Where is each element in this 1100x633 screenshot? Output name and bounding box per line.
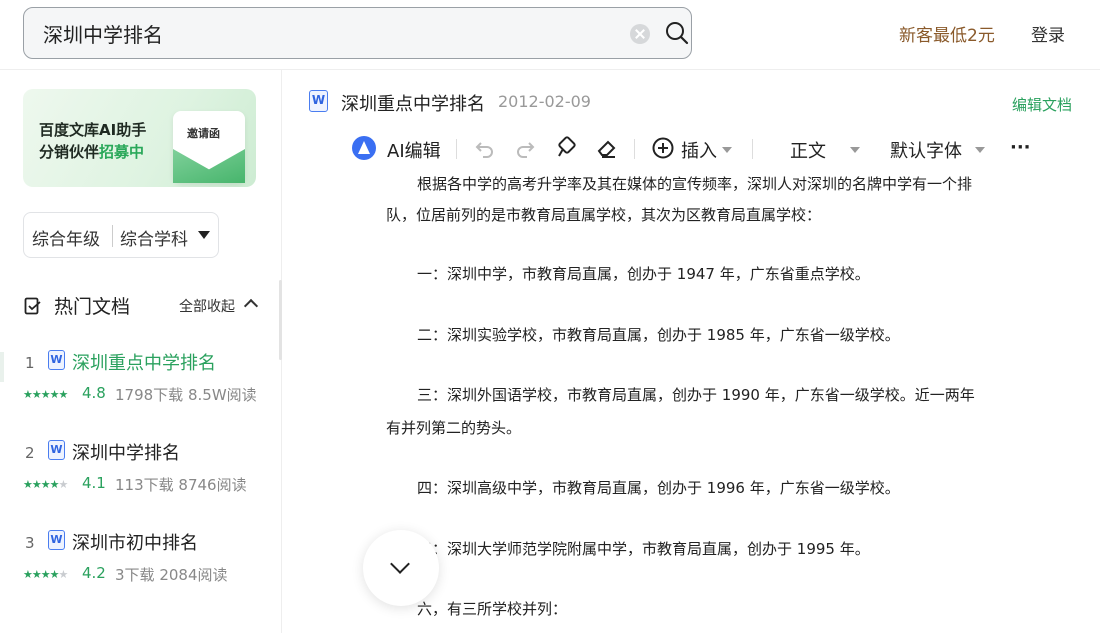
paragraph: 有并列第二的势头。 xyxy=(386,419,522,437)
doc-rank: 2 xyxy=(25,444,35,462)
doc-rating: 4.1 xyxy=(82,474,106,492)
paragraph: 四：深圳高级中学，市教育局直属，创办于 1996 年，广东省一级学校。 xyxy=(417,479,900,497)
doc-stats: 3下载 2084阅读 xyxy=(115,566,228,584)
doc-rank: 3 xyxy=(25,534,35,552)
hot-docs-title: 热门文档 xyxy=(54,296,131,318)
insert-menu[interactable]: 插入 xyxy=(681,137,717,163)
doc-stats: 1798下载 8.5W阅读 xyxy=(115,386,257,404)
redo-icon[interactable] xyxy=(513,136,537,160)
clear-search-icon[interactable] xyxy=(630,24,650,44)
search-box[interactable] xyxy=(23,7,692,59)
hot-doc-item[interactable]: 3 W 深圳市初中排名 ★★★★★ 4.2 3下载 2084阅读 xyxy=(0,530,282,600)
paragraph: 三：深圳外国语学校，市教育局直属，创办于 1990 年，广东省一级学校。近一两年 xyxy=(417,386,975,404)
toolbar-divider xyxy=(456,139,457,159)
doc-stats: 113下载 8746阅读 xyxy=(115,476,247,494)
grade-subject-filter[interactable]: 综合年级 综合学科 xyxy=(23,212,219,258)
more-options-button[interactable]: ··· xyxy=(1010,137,1031,158)
paragraph: 六，有三所学校并列： xyxy=(417,600,568,618)
paragraph: 五：深圳大学师范学院附属中学，市教育局直属，创办于 1995 年。 xyxy=(417,540,870,558)
undo-icon[interactable] xyxy=(473,136,497,160)
paragraph: 根据各中学的高考升学率及其在媒体的宣传频率，深圳人对深圳的名牌中学有一个排 xyxy=(417,175,973,193)
paragraph: 二：深圳实验学校，市教育局直属，创办于 1985 年，广东省一级学校。 xyxy=(417,326,900,344)
hot-doc-item[interactable]: 1 W 深圳重点中学排名 ★★★★★ 4.8 1798下载 8.5W阅读 xyxy=(0,350,282,420)
caret-down-icon[interactable] xyxy=(198,231,210,239)
banner-line2: 分销伙伴招募中 xyxy=(39,143,145,161)
editor-toolbar: AI编辑 插入 正文 默认字体 ··· xyxy=(350,132,1050,166)
doc-rank: 1 xyxy=(25,354,35,372)
login-link[interactable]: 登录 xyxy=(1031,21,1065,46)
doc-title[interactable]: 深圳市初中排名 xyxy=(72,529,198,555)
banner-line1: 百度文库AI助手 xyxy=(39,121,147,139)
doc-title[interactable]: 深圳中学排名 xyxy=(72,439,180,465)
insert-plus-icon[interactable] xyxy=(651,136,675,160)
ai-assistant-banner[interactable]: 百度文库AI助手 分销伙伴招募中 邀请函 xyxy=(23,89,256,187)
sidebar-scrollbar[interactable] xyxy=(279,280,282,360)
search-input[interactable] xyxy=(43,18,603,48)
rating-stars: ★★★★★ xyxy=(23,568,68,581)
edit-document-link[interactable]: 编辑文档 xyxy=(1012,94,1072,115)
doc-rating: 4.2 xyxy=(82,564,106,582)
caret-down-icon[interactable] xyxy=(722,147,732,153)
grade-filter-label[interactable]: 综合年级 xyxy=(32,225,100,250)
eraser-icon[interactable] xyxy=(595,136,619,160)
word-doc-icon: W xyxy=(48,440,65,460)
word-doc-icon: W xyxy=(48,350,65,370)
format-brush-icon[interactable] xyxy=(555,136,579,160)
rating-stars: ★★★★★ xyxy=(23,478,68,491)
chevron-up-icon[interactable] xyxy=(243,298,259,314)
caret-down-icon[interactable] xyxy=(975,147,985,153)
invitation-card-text: 邀请函 xyxy=(187,127,220,140)
search-icon[interactable] xyxy=(664,20,690,46)
doc-title[interactable]: 深圳重点中学排名 xyxy=(72,349,216,375)
document-date: 2012-02-09 xyxy=(498,92,591,111)
chevron-down-icon xyxy=(390,554,410,574)
font-family-select[interactable]: 默认字体 xyxy=(890,137,962,163)
toolbar-divider xyxy=(634,139,635,159)
caret-down-icon[interactable] xyxy=(850,147,860,153)
ai-logo-icon[interactable] xyxy=(352,136,376,160)
invitation-card-icon: 邀请函 xyxy=(173,111,245,183)
new-user-promo-link[interactable]: 新客最低2元 xyxy=(899,21,995,46)
paragraph: 一：深圳中学，市教育局直属，创办于 1947 年，广东省重点学校。 xyxy=(417,265,870,283)
doc-rating: 4.8 xyxy=(82,384,106,402)
scroll-down-button[interactable] xyxy=(363,530,439,606)
hot-doc-item[interactable]: 2 W 深圳中学排名 ★★★★★ 4.1 113下载 8746阅读 xyxy=(0,440,282,510)
top-header: 新客最低2元 登录 xyxy=(0,0,1100,70)
collapse-all-button[interactable]: 全部收起 xyxy=(179,296,235,316)
toolbar-divider xyxy=(752,139,753,159)
word-doc-icon: W xyxy=(309,90,328,112)
subject-filter-label[interactable]: 综合学科 xyxy=(120,225,188,250)
paragraph: 队，位居前列的是市教育局直属学校，其次为区教育局直属学校： xyxy=(386,206,822,224)
filter-divider xyxy=(112,225,113,247)
hot-docs-icon xyxy=(24,297,41,315)
word-doc-icon: W xyxy=(48,530,65,550)
paragraph-style-select[interactable]: 正文 xyxy=(790,137,826,163)
document-title: 深圳重点中学排名 xyxy=(341,94,485,115)
rating-stars: ★★★★★ xyxy=(23,388,68,401)
ai-edit-button[interactable]: AI编辑 xyxy=(387,137,441,163)
